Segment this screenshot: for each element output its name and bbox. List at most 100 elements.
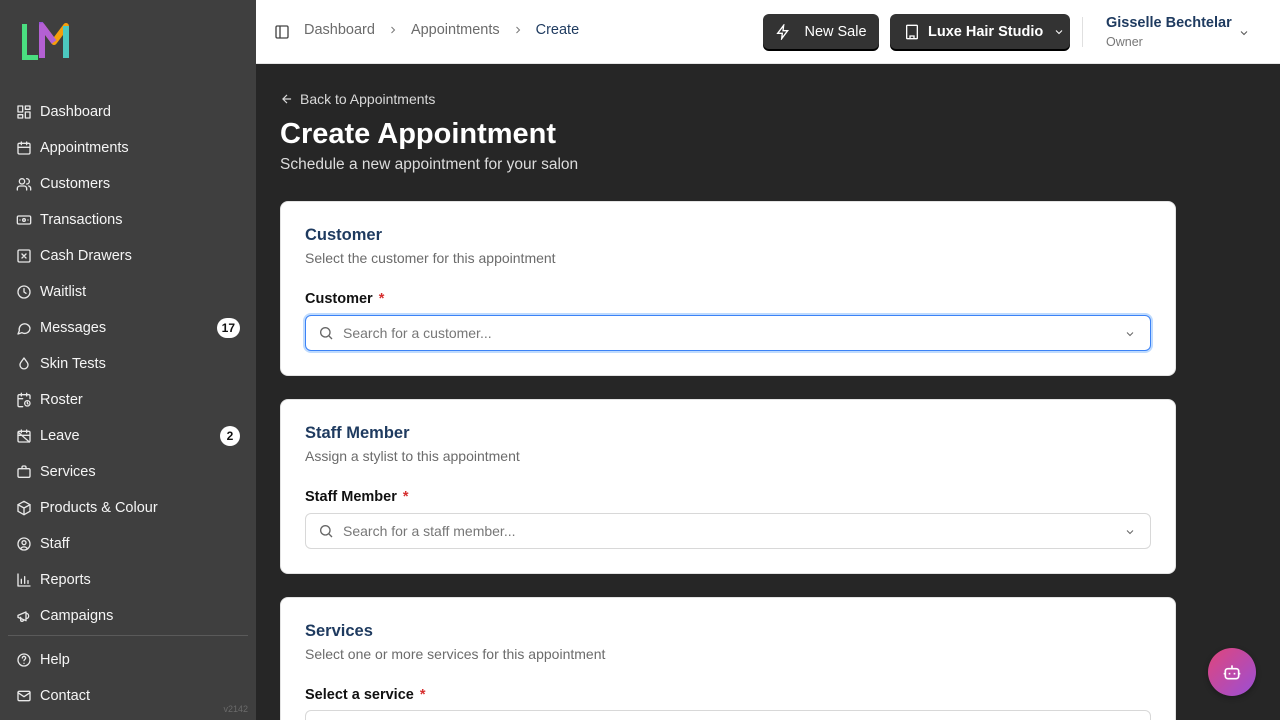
help-icon bbox=[16, 652, 32, 668]
new-sale-label: New Sale bbox=[804, 23, 867, 40]
sidebar-item-label: Waitlist bbox=[40, 284, 87, 300]
customer-card: Customer Select the customer for this ap… bbox=[280, 201, 1176, 376]
field-label-text: Customer bbox=[305, 291, 373, 307]
sidebar-item-reports[interactable]: Reports bbox=[8, 562, 248, 598]
chevron-right-icon bbox=[387, 24, 399, 36]
page-title: Create Appointment bbox=[280, 118, 557, 150]
card-title: Staff Member bbox=[305, 424, 410, 442]
sidebar-item-staff[interactable]: Staff bbox=[8, 526, 248, 562]
user-menu[interactable]: Gisselle Bechtelar Owner bbox=[1106, 15, 1232, 49]
card-title: Services bbox=[305, 622, 373, 640]
sidebar-item-transactions[interactable]: Transactions bbox=[8, 202, 248, 238]
sidebar-item-label: Customers bbox=[40, 176, 111, 192]
drawer-icon bbox=[16, 248, 32, 264]
sidebar-footer-nav: Help Contact bbox=[8, 642, 248, 714]
arrow-left-icon bbox=[282, 94, 292, 104]
chevron-down-icon bbox=[1124, 525, 1136, 537]
sidebar-item-products-colour[interactable]: Products & Colour bbox=[8, 490, 248, 526]
customer-search-placeholder: Search for a customer... bbox=[343, 325, 492, 341]
studio-label: Luxe Hair Studio bbox=[928, 23, 1044, 40]
sidebar-item-label: Roster bbox=[40, 392, 83, 408]
breadcrumb: Dashboard Appointments Create bbox=[304, 22, 579, 38]
required-marker: * bbox=[419, 687, 426, 703]
sidebar-item-waitlist[interactable]: Waitlist bbox=[8, 274, 248, 310]
required-marker: * bbox=[402, 489, 409, 505]
sidebar-item-roster[interactable]: Roster bbox=[8, 382, 248, 418]
megaphone-icon bbox=[16, 608, 32, 624]
sidebar-item-label: Reports bbox=[40, 572, 91, 588]
customer-search-input[interactable]: Search for a customer... bbox=[305, 315, 1151, 351]
breadcrumb-appointments[interactable]: Appointments bbox=[411, 22, 500, 38]
studio-selector-button[interactable]: Luxe Hair Studio bbox=[890, 14, 1070, 49]
back-to-appointments-link[interactable]: Back to Appointments bbox=[280, 91, 435, 107]
sidebar-item-messages[interactable]: Messages 17 bbox=[8, 310, 248, 346]
sidebar-item-services[interactable]: Services bbox=[8, 454, 248, 490]
services-card: Services Select one or more services for… bbox=[280, 597, 1176, 720]
breadcrumb-dashboard[interactable]: Dashboard bbox=[304, 22, 375, 38]
app-logo[interactable] bbox=[22, 22, 76, 60]
sidebar-item-label: Messages bbox=[40, 320, 107, 336]
page-subtitle: Schedule a new appointment for your salo… bbox=[280, 156, 579, 173]
sidebar-item-contact[interactable]: Contact bbox=[8, 678, 248, 714]
card-description: Select one or more services for this app… bbox=[305, 646, 606, 662]
banknote-icon bbox=[16, 212, 32, 228]
sidebar-nav: Dashboard Appointments Customers Transac… bbox=[8, 94, 248, 634]
new-sale-button[interactable]: New Sale bbox=[763, 14, 879, 49]
sidebar-item-dashboard[interactable]: Dashboard bbox=[8, 94, 248, 130]
sidebar-item-leave[interactable]: Leave 2 bbox=[8, 418, 248, 454]
calendar-icon bbox=[16, 140, 32, 156]
sidebar-item-label: Campaigns bbox=[40, 608, 114, 624]
sidebar-item-campaigns[interactable]: Campaigns bbox=[8, 598, 248, 634]
messages-count-badge: 17 bbox=[216, 318, 240, 338]
package-icon bbox=[16, 500, 32, 516]
app-version: v2142 bbox=[223, 704, 248, 714]
sidebar-item-label: Transactions bbox=[40, 212, 123, 228]
customer-field-label: Customer * bbox=[305, 291, 384, 307]
sidebar-item-label: Dashboard bbox=[40, 104, 111, 120]
chevron-down-icon[interactable] bbox=[1238, 26, 1250, 38]
sidebar-toggle-icon[interactable] bbox=[274, 24, 290, 40]
calendar-clock-icon bbox=[16, 392, 32, 408]
back-label: Back to Appointments bbox=[300, 91, 436, 107]
zap-icon bbox=[776, 23, 790, 40]
sidebar-item-label: Contact bbox=[40, 688, 90, 704]
required-marker: * bbox=[378, 291, 385, 307]
sidebar-item-label: Products & Colour bbox=[40, 500, 158, 516]
user-name: Gisselle Bechtelar bbox=[1106, 15, 1232, 31]
card-description: Select the customer for this appointment bbox=[305, 250, 556, 266]
service-select-input[interactable] bbox=[305, 710, 1151, 720]
chart-icon bbox=[16, 572, 32, 588]
chevron-right-icon bbox=[512, 24, 524, 36]
sidebar-item-appointments[interactable]: Appointments bbox=[8, 130, 248, 166]
users-icon bbox=[16, 176, 32, 192]
sidebar-item-label: Leave bbox=[40, 428, 80, 444]
sidebar-item-label: Services bbox=[40, 464, 96, 480]
search-icon bbox=[318, 523, 334, 539]
clock-icon bbox=[16, 284, 32, 300]
search-icon bbox=[318, 325, 334, 341]
user-circle-icon bbox=[16, 536, 32, 552]
field-label-text: Staff Member bbox=[305, 489, 397, 505]
sidebar-item-customers[interactable]: Customers bbox=[8, 166, 248, 202]
staff-search-input[interactable]: Search for a staff member... bbox=[305, 513, 1151, 549]
droplet-icon bbox=[16, 356, 32, 372]
dashboard-icon bbox=[16, 104, 32, 120]
breadcrumb-create: Create bbox=[535, 22, 580, 38]
staff-field-label: Staff Member * bbox=[305, 489, 409, 505]
chevron-down-icon bbox=[1124, 327, 1136, 339]
sidebar-item-skin-tests[interactable]: Skin Tests bbox=[8, 346, 248, 382]
card-title: Customer bbox=[305, 226, 383, 244]
assistant-fab-button[interactable] bbox=[1208, 648, 1256, 696]
sidebar-item-help[interactable]: Help bbox=[8, 642, 248, 678]
chevron-down-icon bbox=[1055, 29, 1063, 34]
leave-count-badge: 2 bbox=[220, 426, 240, 446]
staff-card: Staff Member Assign a stylist to this ap… bbox=[280, 399, 1176, 574]
sidebar-item-cash-drawers[interactable]: Cash Drawers bbox=[8, 238, 248, 274]
building-icon bbox=[906, 24, 918, 39]
sidebar-item-label: Skin Tests bbox=[40, 356, 106, 372]
sidebar-item-label: Cash Drawers bbox=[40, 248, 132, 264]
sidebar: Dashboard Appointments Customers Transac… bbox=[0, 0, 256, 720]
briefcase-icon bbox=[16, 464, 32, 480]
header-divider bbox=[1082, 17, 1083, 47]
calendar-x-icon bbox=[16, 428, 32, 444]
